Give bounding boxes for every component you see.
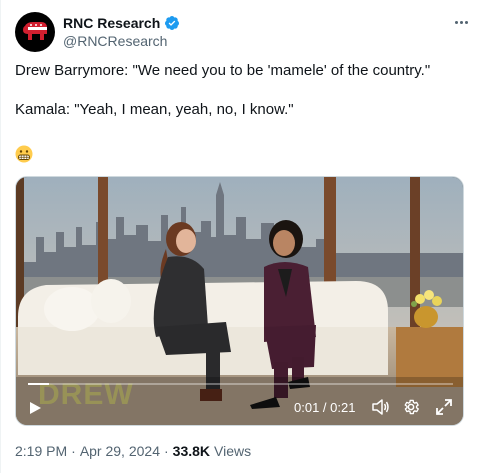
video-time-display: 0:01 / 0:21 <box>294 400 356 415</box>
gop-elephant-icon <box>23 22 47 40</box>
tweet-date[interactable]: Apr 29, 2024 <box>80 443 160 459</box>
tweet-header: RNC Research @RNCResearch <box>15 12 475 52</box>
tweet-time[interactable]: 2:19 PM <box>15 443 67 459</box>
volume-icon[interactable] <box>372 399 390 415</box>
grimacing-face-icon <box>15 145 33 163</box>
author-name-row: RNC Research <box>63 14 180 32</box>
verified-badge-icon <box>165 16 180 30</box>
author-display-name[interactable]: RNC Research <box>63 15 160 31</box>
meta-separator: · <box>163 443 169 459</box>
views-count: 33.8K <box>172 443 211 459</box>
video-player[interactable]: DREW 0:01 / 0:21 <box>15 176 464 426</box>
more-options-icon[interactable] <box>451 14 471 30</box>
tweet-card: RNC Research @RNCResearch Drew Barrymore… <box>0 0 485 473</box>
gear-icon[interactable] <box>402 398 420 416</box>
views-label: Views <box>214 443 252 459</box>
video-progress-bar[interactable] <box>28 383 453 385</box>
author-handle[interactable]: @RNCResearch <box>63 33 167 49</box>
tweet-text-line-1: Drew Barrymore: "We need you to be 'mame… <box>15 62 431 79</box>
tweet-text-line-2: Kamala: "Yeah, I mean, yeah, no, I know.… <box>15 101 294 118</box>
meta-separator: · <box>71 443 76 459</box>
video-frame: DREW <box>16 177 463 425</box>
video-progress-fill <box>28 383 50 385</box>
tweet-meta: 2:19 PM · Apr 29, 2024 · 33.8K Views <box>15 443 251 459</box>
fullscreen-icon[interactable] <box>436 399 452 415</box>
avatar[interactable] <box>15 12 55 52</box>
tweet-text: Drew Barrymore: "We need you to be 'mame… <box>15 61 470 120</box>
play-icon[interactable] <box>28 401 42 415</box>
